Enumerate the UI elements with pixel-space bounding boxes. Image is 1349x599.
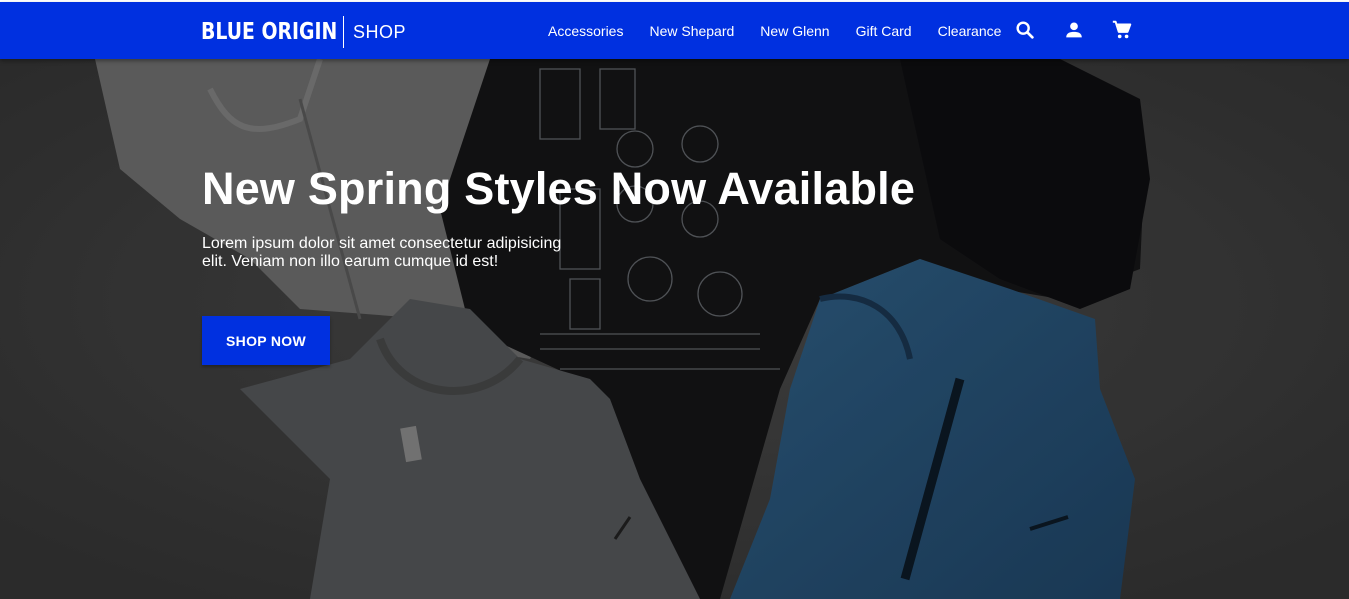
- hero-description: Lorem ipsum dolor sit amet consectetur a…: [202, 235, 562, 270]
- nav-link-accessories[interactable]: Accessories: [548, 23, 623, 39]
- brand-shop-label: SHOP: [353, 21, 407, 42]
- hero-banner: New Spring Styles Now Available Lorem ip…: [0, 59, 1349, 599]
- search-icon[interactable]: [1014, 19, 1036, 41]
- hero-title: New Spring Styles Now Available: [202, 163, 916, 214]
- brand-divider: [343, 16, 344, 48]
- brand-name: BLUE ORIGIN: [201, 19, 338, 45]
- shop-now-button[interactable]: SHOP NOW: [202, 316, 330, 365]
- navbar: BLUE ORIGIN SHOP Accessories New Shepard…: [0, 2, 1349, 59]
- nav-link-gift-card[interactable]: Gift Card: [856, 23, 912, 39]
- account-icon[interactable]: [1063, 19, 1085, 41]
- page: BLUE ORIGIN SHOP Accessories New Shepard…: [0, 0, 1349, 599]
- nav-link-new-glenn[interactable]: New Glenn: [760, 23, 829, 39]
- main-nav: Accessories New Shepard New Glenn Gift C…: [548, 2, 1027, 59]
- nav-link-new-shepard[interactable]: New Shepard: [649, 23, 734, 39]
- cart-icon[interactable]: [1111, 19, 1133, 41]
- nav-link-clearance[interactable]: Clearance: [938, 23, 1002, 39]
- brand-logo[interactable]: BLUE ORIGIN SHOP: [201, 16, 406, 48]
